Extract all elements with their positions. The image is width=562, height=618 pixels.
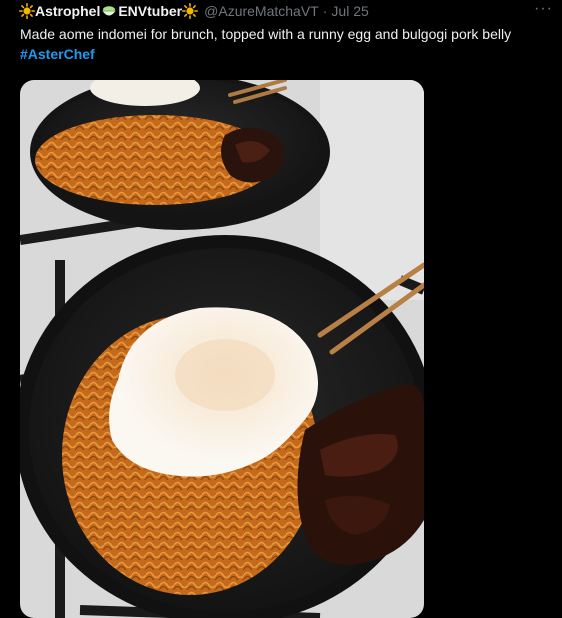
tweet-date[interactable]: Jul 25 bbox=[331, 3, 368, 19]
bowl-emoji-icon bbox=[101, 3, 117, 19]
tweet[interactable]: Astrophel ENVtuber @AzureMatchaVT · Jul … bbox=[0, 0, 562, 618]
tweet-photo[interactable] bbox=[20, 80, 424, 618]
tweet-header: Astrophel ENVtuber @AzureMatchaVT · Jul … bbox=[19, 2, 369, 20]
hashtag-link[interactable]: #AsterChef bbox=[20, 46, 95, 62]
more-options-icon[interactable]: ··· bbox=[534, 0, 553, 18]
sun-emoji-icon bbox=[19, 3, 35, 19]
sun-emoji-icon bbox=[182, 3, 199, 19]
user-handle[interactable]: @AzureMatchaVT bbox=[204, 3, 319, 19]
separator-dot: · bbox=[322, 3, 328, 19]
display-name-part1[interactable]: Astrophel bbox=[35, 3, 100, 19]
display-name-part2[interactable]: ENVtuber bbox=[118, 3, 182, 19]
tweet-text-body: Made aome indomei for brunch, topped wit… bbox=[20, 26, 512, 42]
tweet-text: Made aome indomei for brunch, topped wit… bbox=[20, 24, 550, 64]
